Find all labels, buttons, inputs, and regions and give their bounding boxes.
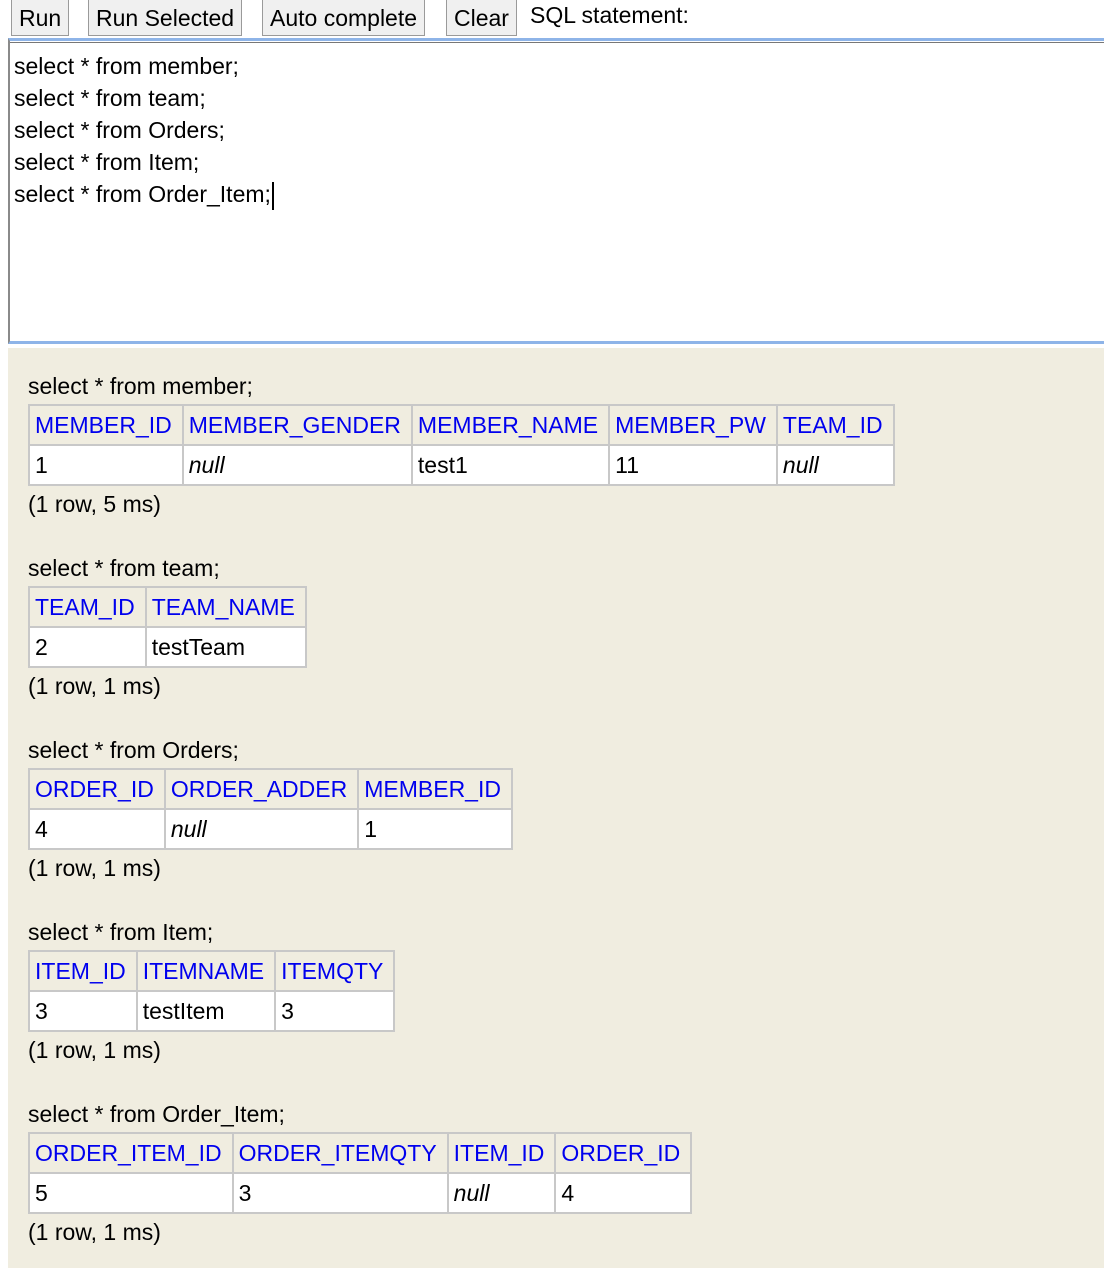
table-row: 3 testItem 3 — [28, 990, 396, 1032]
table-cell: 11 — [608, 444, 778, 486]
result-block-team: select * from team; TEAM_ID TEAM_NAME 2 … — [28, 552, 307, 702]
sql-line[interactable]: select * from Item; — [14, 146, 1100, 178]
result-status: (1 row, 1 ms) — [28, 1219, 161, 1245]
sql-line[interactable]: select * from team; — [14, 82, 1100, 114]
result-status: (1 row, 1 ms) — [28, 1037, 161, 1063]
column-header[interactable]: MEMBER_ID — [357, 768, 513, 810]
table-cell-null: null — [775, 444, 895, 486]
table-cell: test1 — [410, 444, 611, 486]
column-header[interactable]: TEAM_ID — [28, 586, 147, 628]
table-cell: testTeam — [144, 626, 307, 668]
column-header[interactable]: ITEM_ID — [28, 950, 138, 992]
table-cell: 4 — [554, 1172, 693, 1214]
result-block-orders: select * from Orders; ORDER_ID ORDER_ADD… — [28, 734, 513, 884]
result-status: (1 row, 5 ms) — [28, 491, 161, 517]
table-row: 5 3 null 4 — [28, 1172, 693, 1214]
result-block-member: select * from member; MEMBER_ID MEMBER_G… — [28, 370, 895, 520]
table-cell: 4 — [28, 808, 166, 850]
result-status: (1 row, 1 ms) — [28, 855, 161, 881]
result-query: select * from Order_Item; — [28, 1101, 285, 1127]
sql-statement-label: SQL statement: — [530, 2, 689, 28]
text-caret — [271, 181, 274, 210]
sql-line[interactable]: select * from Orders; — [14, 114, 1100, 146]
column-header[interactable]: TEAM_NAME — [144, 586, 307, 628]
column-header[interactable]: ORDER_ITEM_ID — [28, 1132, 234, 1174]
table-cell: testItem — [135, 990, 277, 1032]
table-cell-null: null — [446, 1172, 557, 1214]
column-header[interactable]: ORDER_ID — [28, 768, 166, 810]
table-row: 4 null 1 — [28, 808, 513, 850]
table-cell: 1 — [357, 808, 513, 850]
result-table: TEAM_ID TEAM_NAME 2 testTeam — [28, 586, 307, 668]
run-button[interactable]: Run — [11, 0, 70, 36]
column-header[interactable]: TEAM_ID — [775, 404, 895, 446]
result-table: ITEM_ID ITEMNAME ITEMQTY 3 testItem 3 — [28, 950, 396, 1032]
result-query: select * from member; — [28, 373, 253, 399]
table-row: 2 testTeam — [28, 626, 307, 668]
clear-button[interactable]: Clear — [446, 0, 517, 36]
column-header[interactable]: ITEM_ID — [446, 1132, 557, 1174]
result-status: (1 row, 1 ms) — [28, 673, 161, 699]
table-cell-null: null — [181, 444, 413, 486]
column-header[interactable]: MEMBER_PW — [608, 404, 778, 446]
table-cell-null: null — [163, 808, 360, 850]
table-cell: 3 — [231, 1172, 449, 1214]
sql-line-last[interactable]: select * from Order_Item; — [14, 178, 1100, 210]
column-header[interactable]: ITEMNAME — [135, 950, 277, 992]
result-query: select * from team; — [28, 555, 220, 581]
column-header[interactable]: ITEMQTY — [274, 950, 396, 992]
sql-line-text[interactable]: select * from Order_Item; — [14, 181, 271, 207]
table-cell: 3 — [274, 990, 396, 1032]
table-cell: 5 — [28, 1172, 234, 1214]
result-block-item: select * from Item; ITEM_ID ITEMNAME ITE… — [28, 916, 396, 1066]
column-header[interactable]: MEMBER_NAME — [410, 404, 611, 446]
result-query: select * from Item; — [28, 919, 214, 945]
result-table: ORDER_ID ORDER_ADDER MEMBER_ID 4 null 1 — [28, 768, 513, 850]
sql-editor[interactable]: select * from member; select * from team… — [8, 38, 1104, 344]
column-header[interactable]: ORDER_ID — [554, 1132, 693, 1174]
sql-line[interactable]: select * from member; — [14, 50, 1100, 82]
result-block-order-item: select * from Order_Item; ORDER_ITEM_ID … — [28, 1098, 693, 1248]
sql-editor-content[interactable]: select * from member; select * from team… — [10, 42, 1104, 341]
results-panel: select * from member; MEMBER_ID MEMBER_G… — [8, 348, 1104, 1268]
auto-complete-button[interactable]: Auto complete — [262, 0, 426, 36]
run-selected-button[interactable]: Run Selected — [88, 0, 243, 36]
table-cell: 3 — [28, 990, 138, 1032]
table-cell: 1 — [28, 444, 184, 486]
result-table: MEMBER_ID MEMBER_GENDER MEMBER_NAME MEMB… — [28, 404, 895, 486]
column-header[interactable]: MEMBER_GENDER — [181, 404, 413, 446]
table-cell: 2 — [28, 626, 147, 668]
result-table: ORDER_ITEM_ID ORDER_ITEMQTY ITEM_ID ORDE… — [28, 1132, 693, 1214]
result-query: select * from Orders; — [28, 737, 239, 763]
toolbar: Run Run Selected Auto complete Clear SQL… — [0, 0, 1104, 38]
column-header[interactable]: ORDER_ITEMQTY — [231, 1132, 449, 1174]
column-header[interactable]: ORDER_ADDER — [163, 768, 360, 810]
table-row: 1 null test1 11 null — [28, 444, 895, 486]
column-header[interactable]: MEMBER_ID — [28, 404, 184, 446]
